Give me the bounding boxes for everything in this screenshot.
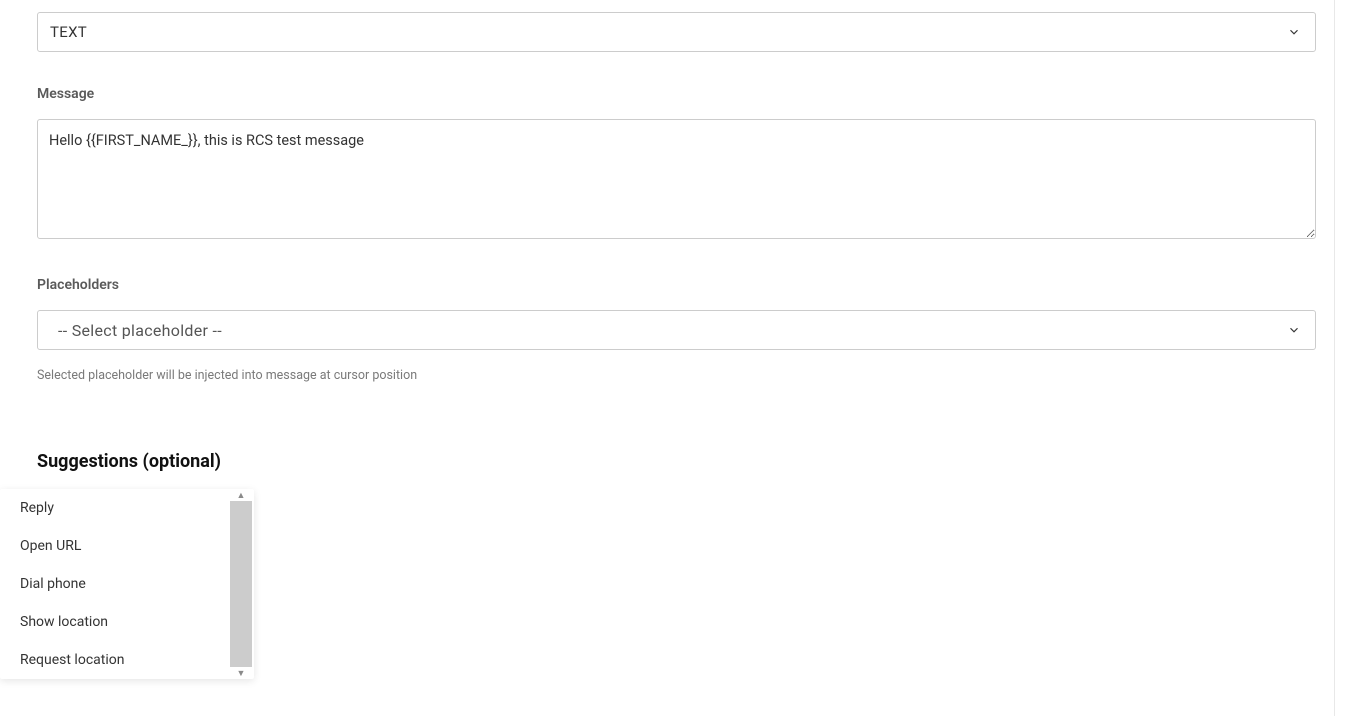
placeholders-select[interactable]: -- Select placeholder -- <box>37 310 1316 350</box>
placeholders-select-value: -- Select placeholder -- <box>50 321 222 340</box>
message-textarea[interactable] <box>37 119 1316 239</box>
type-select[interactable]: TEXT <box>37 12 1316 52</box>
scrollbar-thumb[interactable] <box>230 501 252 667</box>
suggestion-option-open-url[interactable]: Open URL <box>0 527 254 565</box>
suggestion-option-show-location[interactable]: Show location <box>0 603 254 641</box>
placeholders-help-text: Selected placeholder will be injected in… <box>37 368 1316 383</box>
chevron-down-icon <box>1285 23 1303 41</box>
suggestion-type-dropdown: Reply Open URL Dial phone Show location … <box>0 489 254 679</box>
placeholders-label: Placeholders <box>37 277 1316 293</box>
dropdown-scrollbar[interactable]: ▲ ▼ <box>228 489 254 679</box>
right-border-divider <box>1334 0 1335 716</box>
type-select-value: TEXT <box>50 23 87 41</box>
suggestion-option-dial-phone[interactable]: Dial phone <box>0 565 254 603</box>
scroll-up-arrow-icon[interactable]: ▲ <box>228 489 254 501</box>
message-label: Message <box>37 86 1316 102</box>
suggestion-option-request-location[interactable]: Request location <box>0 641 254 679</box>
chevron-down-icon <box>1285 321 1303 339</box>
scroll-down-arrow-icon[interactable]: ▼ <box>228 667 254 679</box>
suggestion-option-reply[interactable]: Reply <box>0 489 254 527</box>
suggestions-heading: Suggestions (optional) <box>37 451 1316 472</box>
